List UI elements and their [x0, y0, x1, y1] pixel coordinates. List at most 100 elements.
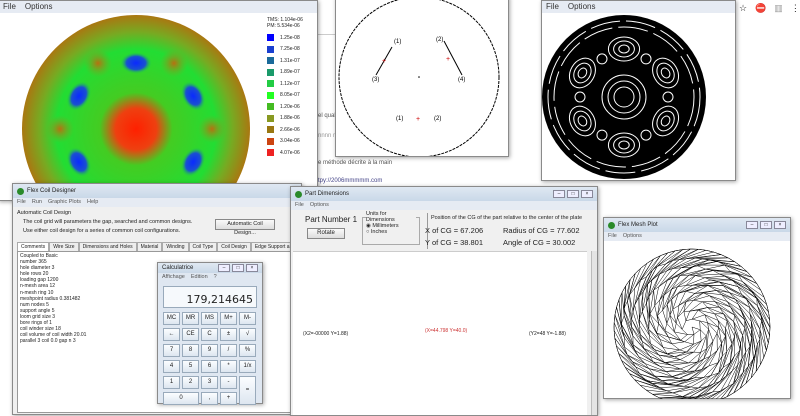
calc-key[interactable]: 6: [201, 360, 218, 373]
legend-swatch: [267, 126, 274, 134]
menu-options[interactable]: Options: [25, 2, 53, 12]
calc-key[interactable]: ±: [220, 328, 237, 341]
legend-item: 1.20e-06: [267, 101, 317, 113]
calc-key[interactable]: CE: [182, 328, 199, 341]
calc-key[interactable]: 3: [201, 376, 218, 389]
mesh-plot-window: Flex Mesh Plot – □ × File Options: [603, 217, 791, 406]
menu-file[interactable]: File: [295, 202, 304, 209]
contour-plot-window: File Options TMS: 1.104e-06 PM: 5.534e-06…: [0, 0, 318, 201]
menu-file[interactable]: File: [608, 233, 617, 240]
menu-edition[interactable]: Edition: [191, 274, 208, 281]
legend-label: 4.07e-06: [280, 149, 300, 156]
calc-key[interactable]: MR: [182, 312, 199, 325]
close-button[interactable]: ×: [774, 221, 786, 229]
calc-key[interactable]: 7: [163, 344, 180, 357]
close-button[interactable]: ×: [246, 264, 258, 272]
calc-key[interactable]: /: [220, 344, 237, 357]
menu-help[interactable]: Help: [87, 199, 98, 206]
calc-key[interactable]: C: [201, 328, 218, 341]
menu-affichage[interactable]: Affichage: [162, 274, 185, 281]
legend-swatch: [267, 91, 274, 99]
menu-options[interactable]: Options: [568, 2, 596, 12]
calc-key[interactable]: %: [239, 344, 256, 357]
radio-inches[interactable]: ○ Inches: [366, 229, 416, 235]
label: (4): [458, 77, 465, 83]
close-button[interactable]: ×: [581, 190, 593, 198]
cg-marker: +: [416, 116, 420, 123]
app-logo-icon: [608, 221, 615, 229]
part-plot: (1) (2) (3) (4) (1) (2) + + +: [338, 0, 500, 158]
tab[interactable]: Coil Design: [217, 242, 251, 251]
menu-options[interactable]: Options: [623, 233, 642, 240]
menu-help[interactable]: ?: [214, 274, 217, 281]
left-edge-label: (X2=-00000 Y=1.88): [303, 331, 349, 337]
calc-key[interactable]: =: [239, 376, 256, 405]
menu-bar: File Options: [0, 1, 317, 13]
calc-key[interactable]: 1: [163, 376, 180, 389]
calc-key[interactable]: 9: [201, 344, 218, 357]
calc-key[interactable]: 0: [163, 392, 199, 405]
menu-bar: Affichage Edition?: [158, 273, 262, 282]
legend-item: 7.25e-08: [267, 44, 317, 56]
calc-key[interactable]: ←: [163, 328, 180, 341]
legend-swatch: [267, 68, 274, 76]
legend-label: 1.20e-06: [280, 103, 300, 110]
tab[interactable]: Winding: [162, 242, 189, 251]
calc-key[interactable]: M-: [239, 312, 256, 325]
calc-key[interactable]: *: [220, 360, 237, 373]
star-icon[interactable]: ☆: [739, 3, 747, 14]
maximize-button[interactable]: □: [567, 190, 579, 198]
calc-key[interactable]: 4: [163, 360, 180, 373]
tab[interactable]: Comments: [17, 242, 50, 251]
legend-swatch: [267, 57, 274, 65]
menu-file[interactable]: File: [3, 2, 16, 12]
center-cg-label: (X=44.798 Y=40.0): [425, 328, 468, 334]
calc-key[interactable]: M+: [220, 312, 237, 325]
cg-marker: +: [446, 56, 450, 63]
menu-graphic-plots[interactable]: Graphic Plots: [48, 199, 81, 206]
calc-key[interactable]: ,: [201, 392, 218, 405]
calc-key[interactable]: -: [220, 376, 237, 389]
menu-icon[interactable]: ⋮: [791, 3, 800, 14]
menu-options[interactable]: Options: [310, 202, 329, 209]
tab[interactable]: Coil Type: [188, 242, 218, 251]
y-cg-value: Y of CG = 38.801: [425, 238, 484, 247]
calc-key[interactable]: MS: [201, 312, 218, 325]
menu-run[interactable]: Run: [32, 199, 42, 206]
minimize-button[interactable]: –: [746, 221, 758, 229]
automatic-coil-design-button[interactable]: Automatic Coil Design...: [215, 219, 275, 236]
tab[interactable]: Material: [136, 242, 163, 251]
menu-file[interactable]: File: [546, 2, 559, 12]
calc-key[interactable]: 5: [182, 360, 199, 373]
calc-key[interactable]: 8: [182, 344, 199, 357]
calc-key[interactable]: +: [220, 392, 237, 405]
legend-swatch: [267, 45, 274, 53]
tab[interactable]: Dimensions and Holes: [78, 242, 137, 251]
app-logo-icon: [295, 190, 302, 198]
menu-bar: File Options: [604, 232, 790, 241]
window-title: Part Dimensions: [305, 191, 350, 197]
minimize-button[interactable]: –: [218, 264, 230, 272]
rotate-button[interactable]: Rotate: [307, 228, 345, 239]
legend-item: 8.05e-07: [267, 90, 317, 102]
minimize-button[interactable]: –: [553, 190, 565, 198]
stop-icon[interactable]: ⛔: [755, 3, 766, 14]
menu-file[interactable]: File: [17, 199, 26, 206]
calc-key[interactable]: √: [239, 328, 256, 341]
calc-key[interactable]: 2: [182, 376, 199, 389]
field-minimum: [120, 52, 152, 74]
mesh-plot: [613, 248, 771, 406]
calc-key[interactable]: MC: [163, 312, 180, 325]
browser-link[interactable]: tpy://2006mmmmm.com: [318, 178, 382, 184]
app-logo-icon: [17, 187, 24, 195]
extension-icon[interactable]: ▥: [774, 3, 783, 14]
legend-label: 1.25e-08: [280, 34, 300, 41]
scrollbar[interactable]: [591, 251, 597, 415]
legend-label: 1.89e-07: [280, 69, 300, 76]
maximize-button[interactable]: □: [232, 264, 244, 272]
calc-key[interactable]: 1/x: [239, 360, 256, 373]
cg-caption: Position of the CG of the part relative …: [431, 215, 583, 221]
legend-item: 1.25e-08: [267, 32, 317, 44]
maximize-button[interactable]: □: [760, 221, 772, 229]
tab[interactable]: Wire Size: [49, 242, 79, 251]
